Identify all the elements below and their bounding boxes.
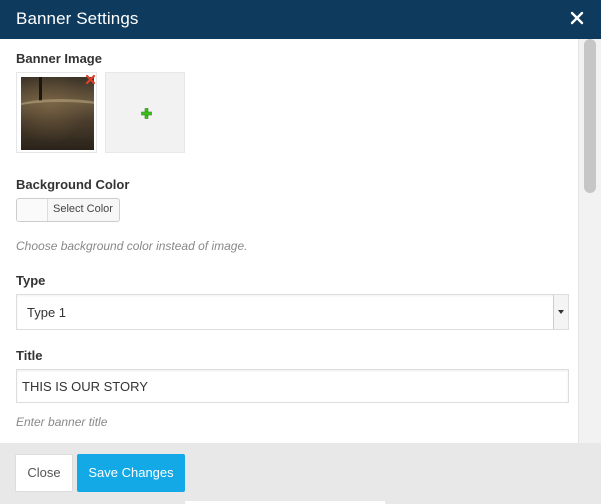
title-input[interactable]: [16, 369, 569, 403]
select-color-label: Select Color: [53, 203, 113, 215]
close-icon[interactable]: [567, 8, 587, 28]
type-selected-value: Type 1: [27, 305, 67, 320]
banner-image-preview: [21, 77, 94, 150]
select-arrow-button[interactable]: [553, 295, 568, 329]
banner-image-thumbnail[interactable]: [16, 72, 97, 153]
title-label: Title: [16, 348, 43, 363]
remove-x-icon[interactable]: [85, 74, 96, 85]
title-hint: Enter banner title: [16, 415, 108, 429]
dialog-body[interactable]: Banner Image Background Color Select Col…: [0, 39, 601, 443]
chevron-down-icon: [558, 310, 564, 314]
scrollbar-thumb[interactable]: [584, 39, 596, 193]
color-swatch: [17, 199, 48, 221]
vertical-scrollbar[interactable]: [578, 39, 601, 443]
dialog-title: Banner Settings: [16, 9, 139, 28]
type-label: Type: [16, 273, 46, 288]
select-color-button[interactable]: Select Color: [16, 198, 120, 222]
background-color-hint: Choose background color instead of image…: [16, 239, 248, 253]
background-color-label: Background Color: [16, 177, 130, 192]
type-select[interactable]: Type 1: [16, 294, 569, 330]
banner-image-label: Banner Image: [16, 51, 102, 66]
save-changes-button[interactable]: Save Changes: [77, 454, 185, 492]
plus-icon: [141, 108, 152, 119]
dialog-header: Banner Settings: [0, 0, 601, 39]
add-image-button[interactable]: [105, 72, 185, 153]
close-button[interactable]: Close: [15, 454, 73, 492]
dialog-footer: Close Save Changes: [0, 443, 601, 504]
